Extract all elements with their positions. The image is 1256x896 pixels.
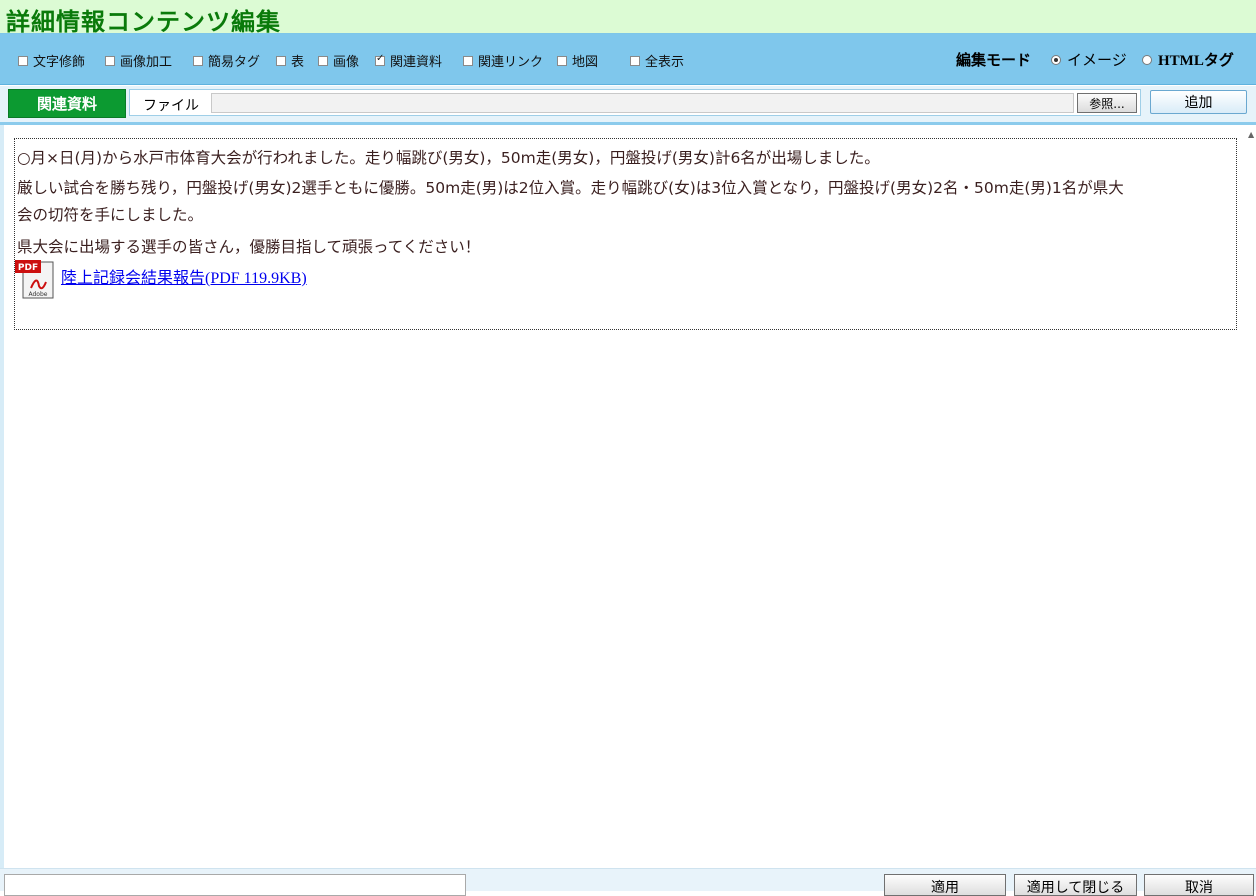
option-show-all[interactable]: 全表示 — [630, 51, 684, 70]
content-editor[interactable]: ○月×日(月)から水戸市体育大会が行われました。走り幅跳び(男女)，50m走(男… — [14, 138, 1237, 330]
content-paragraph: ○月×日(月)から水戸市体育大会が行われました。走り幅跳び(男女)，50m走(男… — [17, 149, 880, 167]
add-button[interactable]: 追加 — [1150, 90, 1247, 114]
option-text-decoration[interactable]: 文字修飾 — [18, 51, 85, 70]
option-label: 簡易タグ — [208, 55, 261, 70]
option-label: 画像 — [333, 55, 360, 70]
option-image[interactable]: 画像 — [318, 51, 359, 70]
scroll-up-icon[interactable]: ▲ — [1248, 130, 1254, 139]
mode-html-radio[interactable]: HTMLタグ — [1142, 49, 1234, 70]
pdf-icon-label: PDF — [18, 263, 38, 273]
pdf-attachment: PDF Adobe 陸上記録会結果報告(PDF 119.9KB) — [15, 258, 307, 300]
option-label: 表 — [291, 55, 305, 70]
pdf-download-link[interactable]: 陸上記録会結果報告(PDF 119.9KB) — [61, 264, 307, 288]
option-label: 関連資料 — [390, 55, 443, 70]
pdf-icon: PDF Adobe — [15, 260, 54, 299]
checkbox-checked[interactable] — [375, 53, 385, 66]
checkbox[interactable] — [318, 55, 328, 66]
content-paragraph: 県大会に出場する選手の皆さん，優勝目指して頑張ってください！ — [17, 238, 481, 256]
mode-image-label: イメージ — [1067, 51, 1127, 69]
page-title: 詳細情報コンテンツ編集 — [6, 8, 281, 36]
option-toolbar: 文字修飾 画像加工 簡易タグ 表 画像 関連資料 関連リンク 地図 全表示 編集… — [0, 34, 1256, 85]
mode-image-radio[interactable]: イメージ — [1051, 49, 1127, 70]
bottom-bar: 適用 適用して閉じる 取消 — [0, 868, 1256, 896]
option-map[interactable]: 地図 — [557, 51, 598, 70]
option-label: 関連リンク — [478, 55, 544, 70]
content-paragraph: 会の切符を手にしました。 — [17, 206, 204, 224]
checkbox[interactable] — [105, 55, 115, 66]
radio-selected[interactable] — [1051, 54, 1061, 65]
option-simple-tag[interactable]: 簡易タグ — [193, 51, 260, 70]
option-label: 地図 — [572, 55, 599, 70]
section-label: 関連資料 — [8, 89, 126, 118]
option-table[interactable]: 表 — [276, 51, 304, 70]
option-image-processing[interactable]: 画像加工 — [105, 51, 172, 70]
browse-button[interactable]: 参照... — [1077, 93, 1137, 113]
option-label: 全表示 — [645, 55, 685, 70]
apply-and-close-button[interactable]: 適用して閉じる — [1014, 874, 1137, 896]
mode-html-label: HTMLタグ — [1158, 53, 1234, 69]
checkbox[interactable] — [18, 55, 28, 66]
option-label: 画像加工 — [120, 55, 173, 70]
option-related-documents[interactable]: 関連資料 — [375, 51, 442, 70]
file-label: ファイル — [143, 98, 199, 114]
checkbox[interactable] — [557, 55, 567, 66]
checkbox[interactable] — [276, 55, 286, 66]
related-documents-panel: 関連資料 ファイル 参照... 追加 — [0, 86, 1256, 125]
content-paragraph: 厳しい試合を勝ち残り，円盤投げ(男女)2選手ともに優勝。50m走(男)は2位入賞… — [17, 179, 1124, 197]
file-row: ファイル 参照... — [129, 89, 1141, 116]
title-bar: 詳細情報コンテンツ編集 — [0, 0, 1256, 36]
option-label: 文字修飾 — [33, 55, 86, 70]
edit-mode-label: 編集モード — [956, 51, 1032, 69]
file-path-input[interactable] — [211, 93, 1074, 113]
pdf-icon-brand: Adobe — [29, 291, 48, 298]
checkbox[interactable] — [463, 55, 473, 66]
checkbox[interactable] — [193, 55, 203, 66]
status-field[interactable] — [4, 874, 466, 896]
option-related-links[interactable]: 関連リンク — [463, 51, 543, 70]
cancel-button[interactable]: 取消 — [1144, 874, 1254, 896]
checkbox[interactable] — [630, 55, 640, 66]
radio-unselected[interactable] — [1142, 54, 1152, 65]
apply-button[interactable]: 適用 — [884, 874, 1006, 896]
